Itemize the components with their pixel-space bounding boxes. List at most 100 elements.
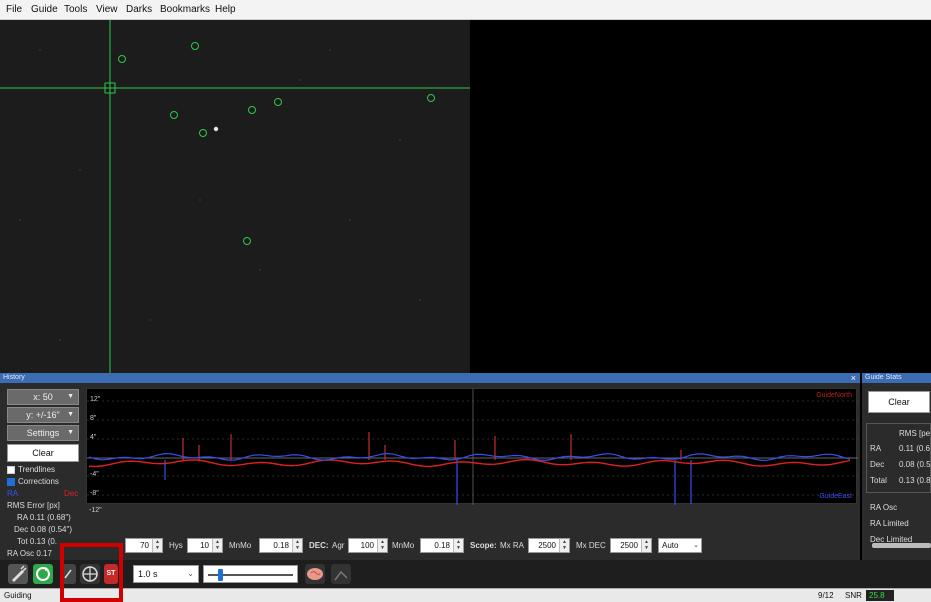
star-field-image xyxy=(0,20,470,373)
trendlines-checkbox[interactable] xyxy=(7,466,15,474)
dec-row-value: 0.08 (0.5 xyxy=(899,460,931,469)
rms-dec-value: Dec 0.08 (0.54") xyxy=(14,525,72,534)
guide-stats-clear-button[interactable]: Clear xyxy=(868,391,930,413)
usb-plug-icon xyxy=(12,565,27,582)
history-graph-canvas xyxy=(87,389,858,515)
slider-thumb[interactable] xyxy=(218,569,223,581)
settings-dropdown[interactable]: Settings ▼ xyxy=(7,425,79,441)
dropdown-arrow-icon: ▼ xyxy=(67,411,74,418)
chevron-down-icon: ⌄ xyxy=(187,569,194,578)
star-marker[interactable] xyxy=(248,106,256,114)
menu-tools[interactable]: Tools xyxy=(64,4,87,15)
x-scale-dropdown[interactable]: x: 50 ▼ xyxy=(7,389,79,405)
star-marker[interactable] xyxy=(427,94,435,102)
dec-limited-label: Dec Limited xyxy=(870,535,913,542)
menu-bar: File Guide Tools View Darks Bookmarks He… xyxy=(0,0,931,20)
star-marker[interactable] xyxy=(118,55,126,63)
menu-darks[interactable]: Darks xyxy=(126,4,152,15)
dec-section-label: DEC: xyxy=(309,541,329,550)
star-marker[interactable] xyxy=(243,237,251,245)
y-axis-label: 12" xyxy=(90,396,101,403)
menu-file[interactable]: File xyxy=(6,4,22,15)
main-toolbar: ST 1.0 s ⌄ xyxy=(0,560,931,588)
dec-legend-label: Dec xyxy=(64,489,79,498)
max-dec-input[interactable]: 2500 ▲ ▼ xyxy=(610,538,652,553)
star-marker[interactable] xyxy=(170,111,178,119)
spin-arrows-icon[interactable]: ▲ ▼ xyxy=(559,539,569,552)
dec-mode-select[interactable]: Auto ⌄ xyxy=(658,538,702,553)
gamma-slider[interactable] xyxy=(203,565,298,583)
ra-aggressiveness-input[interactable]: 70 ▲ ▼ xyxy=(125,538,163,553)
dec-agr-label: Agr xyxy=(332,541,345,550)
brain-button[interactable] xyxy=(305,564,325,584)
spin-arrows-icon[interactable]: ▲ ▼ xyxy=(212,539,222,552)
y-scale-label: y: +/-16" xyxy=(26,410,60,420)
spin-arrows-icon[interactable]: ▲ ▼ xyxy=(292,539,302,552)
camera-connect-button[interactable] xyxy=(8,564,28,584)
dec-aggressiveness-input[interactable]: 100 ▲ ▼ xyxy=(348,538,388,553)
snr-label: SNR xyxy=(845,591,862,600)
guide-chart-button[interactable] xyxy=(331,564,351,584)
ra-limited-label: RA Limited xyxy=(870,519,909,528)
max-dec-label: Mx DEC xyxy=(576,541,606,550)
horizontal-scrollbar[interactable] xyxy=(872,543,931,548)
dec-mnmo-label: MnMo xyxy=(392,541,415,550)
hysteresis-input[interactable]: 10 ▲ ▼ xyxy=(187,538,223,553)
menu-view[interactable]: View xyxy=(96,4,118,15)
ra-osc-label: RA Osc xyxy=(870,503,898,512)
spin-arrows-icon[interactable]: ▲ ▼ xyxy=(377,539,387,552)
settings-label: Settings xyxy=(26,428,60,438)
menu-guide[interactable]: Guide xyxy=(31,4,58,15)
frame-counter: 9/12 xyxy=(818,591,834,600)
brain-icon xyxy=(307,568,323,580)
corrections-label: Corrections xyxy=(18,477,59,486)
max-ra-input[interactable]: 2500 ▲ ▼ xyxy=(528,538,570,553)
menu-help[interactable]: Help xyxy=(215,4,236,15)
close-icon[interactable]: × xyxy=(851,373,856,383)
rms-total-value: Tot 0.13 (0. xyxy=(17,537,58,546)
ra-row-value: 0.11 (0.6 xyxy=(899,444,930,453)
guide-north-label: GuideNorth xyxy=(816,392,852,399)
guide-stats-panel: Guide Stats Clear RMS [pe RA 0.11 (0.6 D… xyxy=(862,373,931,560)
snr-value: 25.8 xyxy=(866,590,894,601)
history-header: History × xyxy=(0,373,860,383)
rms-ra-value: RA 0.11 (0.68") xyxy=(17,513,71,522)
spin-arrows-icon[interactable]: ▲ ▼ xyxy=(152,539,162,552)
star-marker[interactable] xyxy=(199,129,207,137)
menu-bookmarks[interactable]: Bookmarks xyxy=(160,4,210,15)
dec-row-label: Dec xyxy=(870,460,885,469)
star-marker[interactable] xyxy=(191,42,199,50)
total-row-value: 0.13 (0.8 xyxy=(899,476,931,485)
rms-error-title: RMS Error [px] xyxy=(7,501,60,510)
guide-east-label: GuideEast xyxy=(819,493,852,500)
loop-icon xyxy=(36,567,50,581)
exposure-select[interactable]: 1.0 s ⌄ xyxy=(133,565,199,583)
camera-view[interactable] xyxy=(0,20,470,373)
chart-icon xyxy=(334,570,348,581)
highlight-box xyxy=(60,543,123,602)
guide-stats-header: Guide Stats xyxy=(862,373,931,383)
ra-osc-value: RA Osc 0.17 xyxy=(7,549,52,558)
history-clear-button[interactable]: Clear xyxy=(7,444,79,462)
spin-arrows-icon[interactable]: ▲ ▼ xyxy=(641,539,651,552)
y-axis-label: 4" xyxy=(90,434,97,441)
guiding-status: Guiding xyxy=(4,591,32,600)
status-bar: Guiding 9/12 SNR 25.8 xyxy=(0,588,931,602)
guide-star xyxy=(213,126,219,132)
history-graph[interactable]: 12" 8" 4" -4" -8" -12" GuideNorth GuideE… xyxy=(86,388,858,515)
dec-min-move-input[interactable]: 0.18 ▲ ▼ xyxy=(420,538,464,553)
max-ra-label: Mx RA xyxy=(500,541,524,550)
spin-arrows-icon[interactable]: ▲ ▼ xyxy=(453,539,463,552)
star-marker[interactable] xyxy=(274,98,282,106)
loop-button[interactable] xyxy=(33,564,53,584)
history-panel: History × x: 50 ▼ y: +/-16" ▼ Settings ▼ Cl… xyxy=(0,373,860,560)
y-axis-label: 8" xyxy=(90,415,97,422)
ra-legend-label: RA xyxy=(7,489,19,498)
dropdown-arrow-icon: ▼ xyxy=(67,393,74,400)
corrections-checkbox[interactable] xyxy=(7,478,15,486)
y-scale-dropdown[interactable]: y: +/-16" ▼ xyxy=(7,407,79,423)
ra-min-move-input[interactable]: 0.18 ▲ ▼ xyxy=(259,538,303,553)
ra-row-label: RA xyxy=(870,444,882,453)
empty-view-area xyxy=(470,20,931,373)
rms-header: RMS [pe xyxy=(899,429,931,438)
